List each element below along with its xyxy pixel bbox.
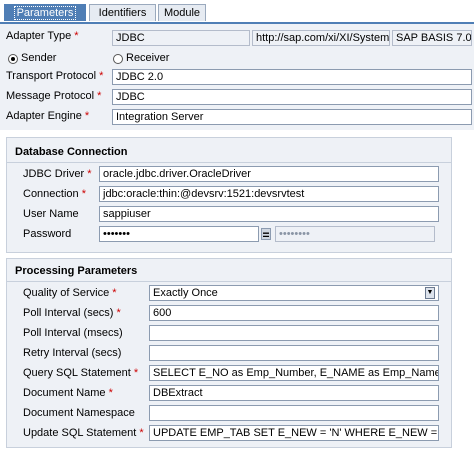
query-sql-field[interactable]: SELECT E_NO as Emp_Number, E_NAME as Emp… — [149, 365, 439, 381]
connection-field[interactable]: jdbc:oracle:thin:@devsrv:1521:devsrvtest — [99, 186, 439, 202]
quality-of-service-select[interactable]: Exactly Once — [149, 285, 439, 301]
adapter-type-label: Adapter Type * — [6, 30, 79, 42]
receiver-label: Receiver — [126, 52, 170, 64]
tab-identifiers-label: Identifiers — [98, 7, 147, 19]
message-protocol-label: Message Protocol * — [6, 90, 102, 102]
password-field[interactable]: ••••••• — [99, 226, 259, 242]
jdbc-driver-field[interactable]: oracle.jdbc.driver.OracleDriver — [99, 166, 439, 182]
document-name-label: Document Name * — [23, 387, 113, 399]
receiver-radio[interactable] — [113, 54, 123, 64]
tab-module-label: Module — [163, 7, 201, 19]
password-confirm-equals: = — [261, 228, 271, 242]
tab-parameters[interactable]: Parameters — [4, 4, 86, 21]
jdbc-driver-label: JDBC Driver * — [23, 168, 92, 180]
sender-label: Sender — [21, 52, 57, 64]
adapter-engine-label: Adapter Engine * — [6, 110, 90, 122]
poll-interval-msecs-field[interactable] — [149, 325, 439, 341]
document-namespace-label: Document Namespace — [23, 407, 135, 419]
database-connection-group: Database Connection JDBC Driver * oracle… — [6, 137, 452, 253]
poll-interval-msecs-label: Poll Interval (msecs) — [23, 327, 123, 339]
message-protocol-field[interactable]: JDBC — [112, 89, 472, 105]
poll-interval-secs-field[interactable]: 600 — [149, 305, 439, 321]
adapter-namespace-field: http://sap.com/xi/XI/System — [252, 30, 390, 46]
tab-bar: Parameters Identifiers Module — [0, 0, 474, 24]
poll-interval-secs-label: Poll Interval (secs) * — [23, 307, 121, 319]
adapter-swcv-field: SAP BASIS 7.00 — [392, 30, 472, 46]
update-sql-label: Update SQL Statement * — [23, 427, 144, 439]
adapter-engine-field[interactable]: Integration Server — [112, 109, 472, 125]
transport-protocol-label: Transport Protocol * — [6, 70, 104, 82]
password-confirm-field[interactable]: •••••••• — [275, 226, 435, 242]
transport-protocol-field[interactable]: JDBC 2.0 — [112, 69, 472, 85]
user-name-field[interactable]: sappiuser — [99, 206, 439, 222]
password-label: Password — [23, 228, 72, 240]
section-divider — [7, 162, 451, 163]
quality-of-service-label: Quality of Service * — [23, 287, 117, 299]
document-name-field[interactable]: DBExtract — [149, 385, 439, 401]
retry-interval-label: Retry Interval (secs) — [23, 347, 122, 359]
sender-radio[interactable] — [8, 54, 18, 64]
query-sql-label: Query SQL Statement * — [23, 367, 139, 379]
tab-parameters-label: Parameters — [13, 6, 77, 20]
section-divider — [7, 281, 451, 282]
connection-label: Connection * — [23, 188, 86, 200]
tab-module[interactable]: Module — [158, 4, 206, 21]
chevron-down-icon[interactable]: ▼ — [425, 287, 435, 299]
adapter-settings-area: Adapter Type * JDBC http://sap.com/xi/XI… — [0, 24, 474, 130]
user-name-label: User Name — [23, 208, 79, 220]
update-sql-field[interactable]: UPDATE EMP_TAB SET E_NEW = 'N' WHERE E_N… — [149, 425, 439, 441]
processing-parameters-title: Processing Parameters — [15, 265, 138, 277]
database-connection-title: Database Connection — [15, 146, 128, 158]
tab-identifiers[interactable]: Identifiers — [89, 4, 156, 21]
adapter-type-field: JDBC — [112, 30, 250, 46]
processing-parameters-group: Processing Parameters Quality of Service… — [6, 258, 452, 448]
retry-interval-field[interactable] — [149, 345, 439, 361]
document-namespace-field[interactable] — [149, 405, 439, 421]
